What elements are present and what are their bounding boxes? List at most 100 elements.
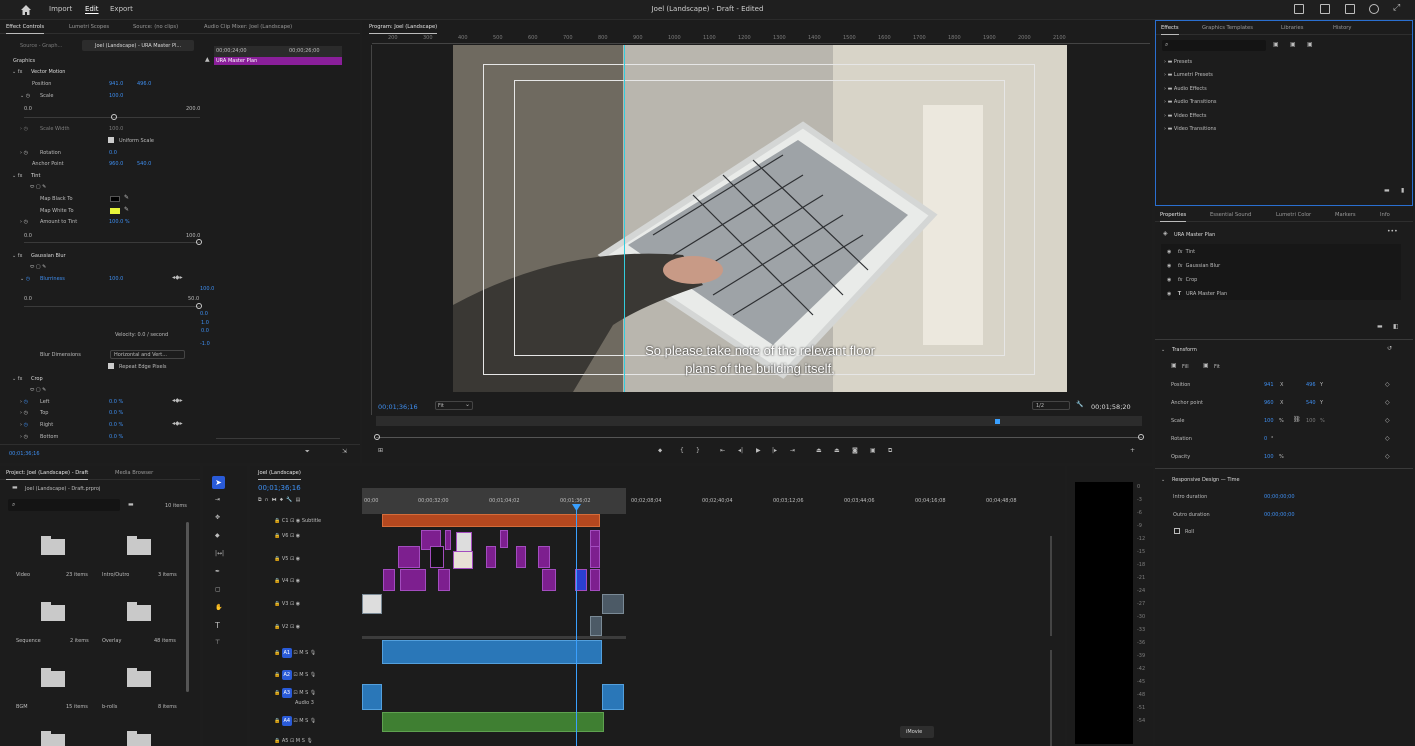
add-marker-icon[interactable]: ⬥ (658, 447, 662, 455)
32bit-effects-icon[interactable]: ▣ (1290, 41, 1296, 48)
timeline-playhead[interactable] (576, 506, 577, 746)
position-y-value[interactable]: 496.0 (137, 81, 151, 87)
tab-media-browser[interactable]: Media Browser (115, 470, 153, 476)
expand-amount-tint[interactable]: › ◷ (20, 219, 28, 225)
tab-project[interactable]: Project: Joel (Landscape) - Draft (6, 470, 89, 480)
map-black-swatch[interactable] (110, 196, 120, 202)
search-icon[interactable] (1369, 4, 1379, 14)
track-select-tool-icon[interactable]: ⇥ (215, 496, 220, 503)
folder-video-effects[interactable]: › ▬ Video Effects (1164, 113, 1207, 119)
video-tracks-scrollbar[interactable] (1050, 536, 1052, 636)
hand-tool-icon[interactable]: ✋ (215, 604, 222, 611)
playhead-marker[interactable] (995, 419, 1000, 424)
layer-tint[interactable]: ◉ fx Tint (1167, 249, 1195, 255)
filter-icon[interactable]: ⏷ (305, 448, 310, 456)
tab-essential-sound[interactable]: Essential Sound (1210, 212, 1251, 218)
bin-thumbnail[interactable] (41, 731, 65, 746)
expand-scale-width[interactable]: › ◷ (20, 126, 28, 132)
mark-in-icon[interactable]: { (680, 447, 684, 454)
zoom-scrollbar[interactable] (376, 437, 1142, 438)
video-clip[interactable] (500, 530, 508, 548)
keyframe-icon[interactable]: ◇ (1385, 453, 1390, 460)
bin-b-rolls-thumbnail[interactable] (127, 668, 151, 687)
rotation-value[interactable]: 0.0 (109, 150, 117, 156)
expand-crop-right[interactable]: › ◷ (20, 422, 28, 428)
ripple-edit-tool-icon[interactable]: ✥ (215, 514, 220, 521)
reset-icon[interactable]: ↺ (1387, 345, 1392, 352)
keyframe-icon[interactable]: ◇ (1385, 399, 1390, 406)
zoom-handle-left[interactable] (374, 434, 380, 440)
caption-tool-icon[interactable]: ⊤ (215, 639, 220, 646)
tab-effect-controls[interactable]: Effect Controls (6, 24, 45, 34)
fit-label[interactable]: Fit (1214, 364, 1220, 370)
track-a2[interactable]: 🔒 A2 ⊡ M S 🎙 (274, 670, 316, 680)
intro-duration-value[interactable]: 00;00;00;00 (1264, 494, 1295, 500)
crop-left-value[interactable]: 0.0 % (109, 399, 123, 405)
playhead-bar[interactable] (376, 416, 1142, 426)
track-c1[interactable]: 🔒 C1 ⊡ ◉ Subtitle (274, 518, 321, 524)
crop-right-value[interactable]: 0.0 % (109, 422, 123, 428)
audio-tracks-scrollbar[interactable] (1050, 650, 1052, 746)
subtitle-clip-track[interactable] (382, 514, 600, 527)
layer-crop[interactable]: ◉ fx Crop (1167, 277, 1197, 283)
keyframe-icon[interactable]: ◇ (1385, 381, 1390, 388)
effects-search-input[interactable] (1162, 40, 1266, 51)
amount-tint-value[interactable]: 100.0 % (109, 219, 130, 225)
scale-value[interactable]: 100.0 (109, 93, 123, 99)
video-clip[interactable] (430, 546, 444, 568)
anchor-y-value[interactable]: 540 (1306, 400, 1316, 406)
repeat-edge-checkbox[interactable] (108, 363, 114, 369)
expand-vector-motion[interactable]: ⌄ fx (12, 69, 23, 75)
extract-icon[interactable]: ⏏ (834, 447, 840, 454)
video-clip[interactable] (590, 546, 600, 568)
expand-crop-bottom[interactable]: › ◷ (20, 434, 28, 440)
track-divider[interactable] (362, 636, 626, 639)
keyframe-nav-icon[interactable]: ◂◆▸ (172, 420, 183, 427)
audio-clip[interactable] (602, 684, 624, 710)
timeline-toolbar[interactable]: ⧉ ∩ ⧓ ⬥ 🔧 ▤ (258, 497, 300, 503)
source-label[interactable]: Source - Graph... (20, 43, 62, 49)
bin-sequence-thumbnail[interactable] (41, 602, 65, 621)
folder-presets[interactable]: › ▬ Presets (1164, 59, 1192, 65)
video-clip[interactable] (445, 530, 451, 550)
bin-bgm-thumbnail[interactable] (41, 668, 65, 687)
blurriness-value[interactable]: 100.0 (109, 276, 123, 282)
folder-audio-transitions[interactable]: › ▬ Audio Transitions (1164, 99, 1217, 105)
expand-crop-top[interactable]: › ◷ (20, 410, 28, 416)
timeline-timecode[interactable]: 00;01;36;16 (258, 484, 301, 492)
share-icon[interactable] (1320, 4, 1330, 14)
track-v3[interactable]: 🔒 V3 ⊡ ◉ (274, 601, 300, 607)
go-to-out-icon[interactable]: ⇥ (790, 447, 795, 454)
audio-clip[interactable] (362, 684, 382, 710)
go-to-in-icon[interactable]: ⇤ (720, 447, 725, 454)
expand-transform[interactable]: ⌄ (1161, 347, 1165, 353)
video-clip[interactable] (383, 569, 395, 591)
mask-tools[interactable]: ⬭ ▢ ✎ (30, 184, 46, 190)
eyedropper-icon[interactable]: ✎ (124, 194, 129, 201)
blur-slider-track[interactable] (24, 306, 200, 307)
map-white-swatch[interactable] (110, 208, 120, 214)
razor-tool-icon[interactable]: ◆ (215, 532, 220, 539)
video-clip[interactable] (542, 569, 556, 591)
tab-history[interactable]: History (1333, 25, 1351, 31)
expand-responsive[interactable]: ⌄ (1161, 477, 1165, 483)
tab-graphics-templates[interactable]: Graphics Templates (1202, 25, 1253, 31)
selection-tool-icon[interactable]: ➤ (212, 476, 225, 489)
shape-icon[interactable]: ◧ (1393, 323, 1399, 330)
track-a1[interactable]: 🔒 A1 ⊡ M S 🎙 (274, 648, 316, 658)
bin-video-thumbnail[interactable] (41, 536, 65, 555)
audio-clip-voice[interactable] (382, 640, 602, 664)
step-forward-icon[interactable]: |▸ (772, 447, 777, 454)
new-layer-icon[interactable]: ▬ (1377, 323, 1383, 330)
scale-value[interactable]: 100 (1264, 418, 1274, 424)
settings-icon[interactable]: ⊞ (378, 447, 383, 454)
video-clip[interactable] (400, 569, 426, 591)
tab-lumetri-scopes[interactable]: Lumetri Scopes (69, 24, 109, 30)
expand-crop-left[interactable]: › ◷ (20, 399, 28, 405)
play-icon[interactable]: ▶ (756, 447, 761, 454)
zoom-handle-right[interactable] (1138, 434, 1144, 440)
track-v5[interactable]: 🔒 V5 ⊡ ◉ (274, 556, 300, 562)
new-bin-icon[interactable]: ▬ (128, 501, 134, 508)
amount-slider-track[interactable] (24, 242, 200, 243)
expand-crop[interactable]: ⌄ fx (12, 376, 23, 382)
